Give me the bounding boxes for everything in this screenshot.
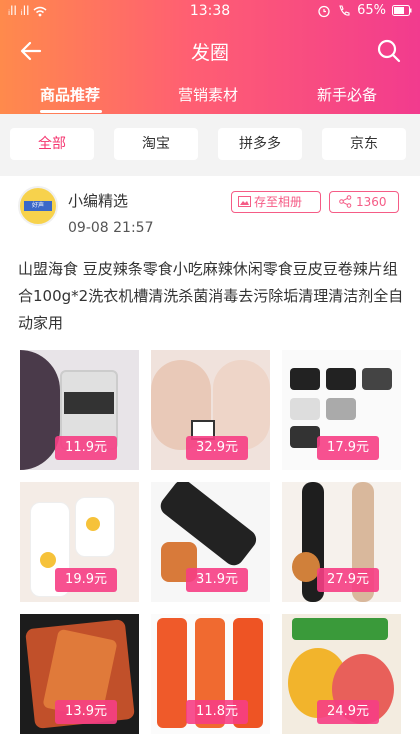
product-image-8[interactable]: 11.8元	[151, 614, 270, 734]
price-tag: 32.9元	[186, 436, 248, 460]
share-count: 1360	[356, 195, 387, 209]
berries-decoration	[20, 350, 60, 470]
share-icon	[339, 195, 352, 208]
tab-bar: 商品推荐 营销素材 新手必备	[0, 80, 420, 114]
post-timestamp: 09-08 21:57	[68, 220, 154, 236]
product-image-6[interactable]: 27.9元	[282, 482, 401, 602]
save-button-label: 存至相册	[254, 195, 303, 209]
price-tag: 27.9元	[317, 568, 379, 592]
page-title: 发圈	[190, 42, 229, 64]
price-tag: 11.8元	[186, 700, 248, 724]
sock-black-4	[290, 426, 320, 448]
filter-bar: 全部 淘宝 拼多多 京东	[0, 114, 420, 176]
active-tab-indicator	[40, 110, 102, 113]
filter-all[interactable]: 全部	[10, 128, 94, 160]
nav-bar: 发圈	[0, 28, 420, 72]
share-button[interactable]: 1360	[329, 191, 399, 213]
sock-black-1	[290, 368, 320, 390]
battery-icon	[392, 5, 412, 16]
product-image-1[interactable]: 11.9元	[20, 350, 139, 470]
header: ᵢll ᵢll 13:38 65% 发圈 商品推荐 营销素材 新手必备	[0, 0, 420, 114]
price-tag: 11.9元	[55, 436, 117, 460]
status-bar: ᵢll ᵢll 13:38 65%	[0, 0, 420, 24]
filter-taobao[interactable]: 淘宝	[114, 128, 198, 160]
product-image-3[interactable]: 17.9元	[282, 350, 401, 470]
sock-black-2	[326, 368, 356, 390]
filter-pinduoduo[interactable]: 拼多多	[218, 128, 302, 160]
product-image-9[interactable]: 24.9元	[282, 614, 401, 734]
post-author: 小编精选	[68, 192, 129, 210]
sock-black-3	[362, 368, 392, 390]
post-body-text: 山盟海食 豆皮辣条零食小吃麻辣休闲零食豆皮豆卷辣片组合100g*2洗衣机槽清洗杀…	[18, 260, 404, 332]
tab-product-recommend[interactable]: 商品推荐	[40, 84, 100, 105]
product-image-4[interactable]: 19.9元	[20, 482, 139, 602]
fleece-detail	[292, 552, 320, 582]
smiley-patch	[40, 552, 56, 568]
status-right: 65%	[317, 3, 412, 18]
sock-grey-1	[290, 398, 320, 420]
avatar-logo-text: 好声	[24, 201, 52, 211]
sock-grey-2	[326, 398, 356, 420]
product-image-5[interactable]: 31.9元	[151, 482, 270, 602]
tab-beginner-guide[interactable]: 新手必备	[317, 84, 377, 105]
price-tag: 13.9元	[55, 700, 117, 724]
avatar[interactable]: 好声	[18, 186, 58, 226]
price-tag: 19.9元	[55, 568, 117, 592]
battery-text: 65%	[357, 3, 386, 18]
can-label	[64, 392, 114, 414]
product-image-grid: 11.9元 32.9元 17.9元 19.9元 31.9元 27.9元 13.9…	[20, 350, 401, 747]
cream-tube-1	[157, 618, 187, 728]
smiley-patch	[86, 517, 100, 531]
save-to-album-button[interactable]: 存至相册	[231, 191, 321, 213]
price-tag: 17.9元	[317, 436, 379, 460]
fruit-banner	[292, 618, 388, 640]
image-icon	[238, 196, 251, 207]
alarm-icon	[318, 5, 330, 17]
search-icon[interactable]	[376, 38, 402, 64]
filter-jd[interactable]: 京东	[322, 128, 406, 160]
product-image-7[interactable]: 13.9元	[20, 614, 139, 734]
price-tag: 31.9元	[186, 568, 248, 592]
product-image-2[interactable]: 32.9元	[151, 350, 270, 470]
price-tag: 24.9元	[317, 700, 379, 724]
tab-marketing-material[interactable]: 营销素材	[178, 84, 238, 105]
call-icon	[339, 4, 350, 16]
